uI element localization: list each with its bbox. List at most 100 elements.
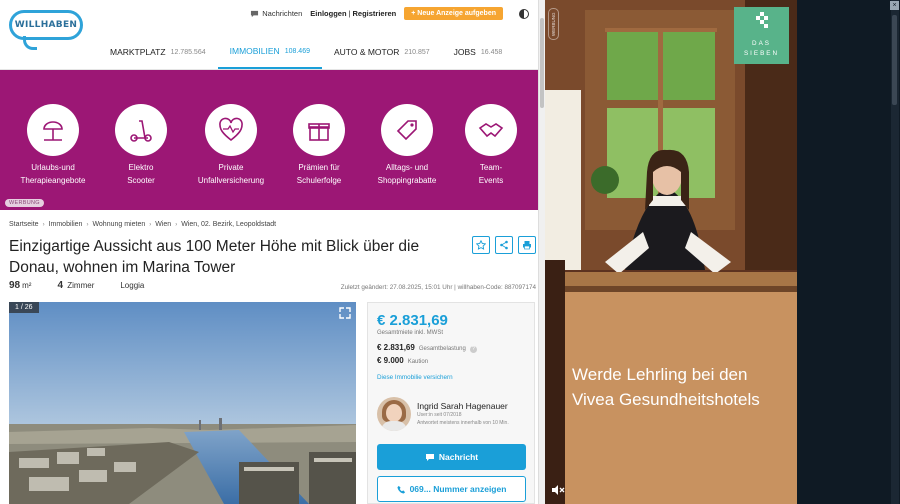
image-gallery[interactable]: 1 / 26	[9, 302, 356, 504]
nav-label: AUTO & MOTOR	[334, 47, 400, 57]
nav-jobs[interactable]: JOBS 16.458	[442, 35, 515, 69]
banner-tile-insurance[interactable]: Private Unfallversicherung	[188, 104, 274, 187]
breadcrumb-item[interactable]: Wohnung mieten	[92, 221, 145, 228]
chevron-right-icon: ›	[42, 221, 45, 228]
site-header: WILLHABEN Nachrichten Einloggen | Registri…	[0, 0, 545, 70]
close-icon[interactable]: ×	[890, 1, 899, 10]
listing-actions	[472, 236, 536, 254]
nav-immobilien[interactable]: IMMOBILIEN 108.469	[217, 35, 322, 69]
scrollbar-thumb[interactable]	[540, 18, 544, 108]
avatar-shirt	[381, 421, 407, 431]
listing-photo	[9, 302, 356, 504]
tile-label: Private	[218, 163, 244, 172]
avatar	[377, 397, 411, 431]
banner-tile-shopping[interactable]: Alltags- und Shoppingrabatte	[364, 104, 450, 187]
seller-name: Ingrid Sarah Hagenauer	[417, 401, 508, 411]
nav-label: MARKTPLATZ	[110, 47, 166, 57]
tile-label: Unfallversicherung	[197, 175, 265, 185]
login-link[interactable]: Einloggen	[310, 9, 346, 18]
main-nav: MARKTPLATZ 12.785.564 IMMOBILIEN 108.469 A…	[98, 35, 514, 69]
umbrella-icon	[27, 104, 79, 156]
ad-banner[interactable]: Urlaubs-und Therapieangebote Elektro Sco…	[0, 70, 545, 210]
nav-marktplatz[interactable]: MARKTPLATZ 12.785.564	[98, 35, 218, 69]
burden-row: € 2.831,69 Gesamtbelastung?	[377, 343, 477, 353]
brand-line: SIEBEN	[743, 50, 780, 57]
breadcrumb-item[interactable]: Immobilien	[49, 221, 83, 228]
browser-side-panel: ×	[797, 0, 900, 504]
video-ad[interactable]: WERBUNG DAS SIEBEN Werde Lehrling bei den…	[545, 0, 797, 504]
rooms-label: Zimmer	[67, 281, 95, 290]
ad-side-label: WERBUNG	[548, 8, 559, 40]
side-scrollbar-thumb[interactable]	[892, 15, 897, 105]
top-links: Nachrichten Einloggen | Registrieren + Neu…	[250, 7, 529, 20]
willhaben-logo[interactable]: WILLHABEN	[9, 10, 83, 50]
rooms-value: 4	[57, 280, 64, 291]
nav-auto-motor[interactable]: AUTO & MOTOR 210.857	[322, 35, 442, 69]
fullscreen-icon[interactable]	[339, 307, 351, 319]
nav-count: 12.785.564	[170, 48, 206, 56]
page: WILLHABEN Nachrichten Einloggen | Registri…	[0, 0, 900, 504]
chevron-right-icon: ›	[175, 221, 178, 228]
ad-label: WERBUNG	[5, 199, 44, 207]
insure-link[interactable]: Diese Immobilie versichern	[377, 374, 453, 381]
register-link[interactable]: Registrieren	[352, 9, 396, 18]
banner-tile-vacation[interactable]: Urlaubs-und Therapieangebote	[10, 104, 96, 187]
tile-label: Events	[478, 175, 504, 185]
avatar-face	[386, 404, 402, 422]
banner-tile-rewards[interactable]: Prämien für Schulerfolge	[276, 104, 362, 187]
messages-link[interactable]: Nachrichten	[250, 9, 302, 18]
area-value: 98	[9, 280, 21, 291]
scooter-icon	[115, 104, 167, 156]
show-phone-button[interactable]: 069... Nummer anzeigen	[377, 476, 526, 502]
nav-count: 108.469	[284, 47, 310, 55]
theme-toggle-icon[interactable]	[519, 8, 529, 19]
price-box: € 2.831,69 Gesamtmiete inkl. MWSt € 2.83…	[367, 302, 535, 504]
tile-label: Prämien für	[298, 163, 340, 172]
breadcrumb-item[interactable]: Wien	[155, 221, 171, 228]
tile-label: Elektro	[128, 163, 154, 172]
mute-icon[interactable]	[551, 484, 565, 496]
page-scrollbar[interactable]	[538, 0, 545, 504]
nav-count: 210.857	[404, 48, 430, 56]
side-scrollbar[interactable]	[891, 0, 899, 504]
tile-label: Scooter	[127, 175, 155, 185]
tile-label: Schulerfolge	[296, 175, 342, 185]
breadcrumb: Startseite › Immobilien › Wohnung mieten › …	[9, 221, 276, 228]
tile-label: Alltags- und	[385, 163, 429, 172]
feature-fact: Loggia	[120, 281, 145, 290]
nav-label: IMMOBILIEN	[229, 46, 280, 56]
printer-icon	[523, 241, 531, 250]
das-sieben-logo: DAS SIEBEN	[734, 7, 789, 64]
total-price: € 2.831,69	[377, 312, 448, 329]
brand-text: DAS SIEBEN	[734, 39, 789, 59]
handshake-icon	[465, 104, 517, 156]
listing-title: Einzigartige Aussicht aus 100 Meter Höhe…	[9, 238, 420, 276]
total-price-label: Gesamtmiete inkl. MWSt	[377, 330, 444, 336]
breadcrumb-item[interactable]: Wien, 02. Bezirk, Leopoldstadt	[181, 221, 276, 228]
logo-text: WILLHABEN	[14, 20, 78, 30]
chevron-right-icon: ›	[86, 221, 89, 228]
print-button[interactable]	[518, 236, 536, 254]
banner-tile-scooter[interactable]: Elektro Scooter	[98, 104, 184, 187]
message-button-label: Nachricht	[438, 452, 479, 462]
willhaben-site: WILLHABEN Nachrichten Einloggen | Registri…	[0, 0, 545, 504]
favorite-button[interactable]	[472, 236, 490, 254]
help-icon[interactable]: ?	[469, 346, 477, 353]
star-icon	[476, 240, 486, 250]
banner-tile-events[interactable]: Team- Events	[448, 104, 534, 187]
video-frame	[545, 0, 797, 504]
tile-label: Shoppingrabatte	[377, 175, 437, 185]
area-unit: m²	[22, 281, 32, 290]
message-button[interactable]: Nachricht	[377, 444, 526, 470]
rooms-fact: 4 Zimmer	[57, 280, 94, 291]
nav-label: JOBS	[453, 47, 476, 57]
seller-card[interactable]: Ingrid Sarah Hagenauer User:in seit 07/2…	[377, 397, 509, 431]
share-button[interactable]	[495, 236, 513, 254]
deposit-label: Kaution	[407, 359, 429, 365]
breadcrumb-item[interactable]: Startseite	[9, 221, 39, 228]
tile-label: Team-	[479, 163, 503, 172]
listing-facts: 98 m² 4 Zimmer Loggia	[9, 280, 144, 291]
burden-value: € 2.831,69	[377, 343, 415, 352]
new-ad-button[interactable]: + Neue Anzeige aufgeben	[404, 7, 503, 20]
tile-label: Therapieangebote	[20, 175, 86, 185]
